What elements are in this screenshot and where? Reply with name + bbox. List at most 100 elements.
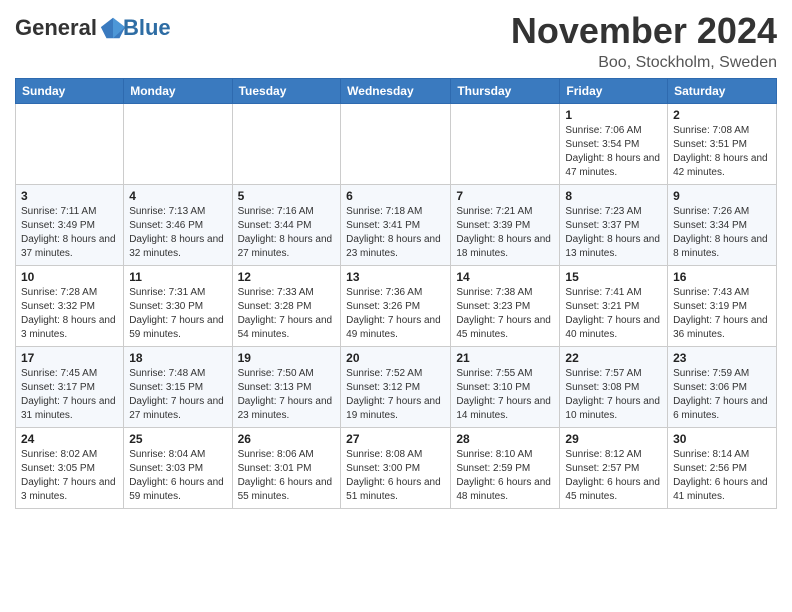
day-info: Sunrise: 7:31 AMSunset: 3:30 PMDaylight:…	[129, 286, 226, 342]
header: General Blue November 2024 Boo, Stockhol…	[15, 10, 777, 72]
day-number: 19	[238, 351, 336, 365]
table-row: 30 Sunrise: 8:14 AMSunset: 2:56 PMDayligh…	[668, 428, 777, 509]
day-info: Sunrise: 8:12 AMSunset: 2:57 PMDaylight:…	[565, 448, 662, 504]
day-info: Sunrise: 7:48 AMSunset: 3:15 PMDaylight:…	[129, 367, 226, 423]
logo-general: General	[15, 17, 97, 39]
day-info: Sunrise: 7:52 AMSunset: 3:12 PMDaylight:…	[346, 367, 445, 423]
table-row	[16, 104, 124, 185]
day-info: Sunrise: 8:06 AMSunset: 3:01 PMDaylight:…	[238, 448, 336, 504]
day-info: Sunrise: 8:08 AMSunset: 3:00 PMDaylight:…	[346, 448, 445, 504]
header-monday: Monday	[124, 79, 232, 104]
day-number: 4	[129, 189, 226, 203]
table-row: 1 Sunrise: 7:06 AMSunset: 3:54 PMDaylight…	[560, 104, 668, 185]
calendar-week-row: 1 Sunrise: 7:06 AMSunset: 3:54 PMDaylight…	[16, 104, 777, 185]
table-row: 23Sunrise: 7:59 AMSunset: 3:06 PMDayligh…	[668, 347, 777, 428]
day-number: 27	[346, 432, 445, 446]
day-number: 7	[456, 189, 554, 203]
table-row: 11 Sunrise: 7:31 AMSunset: 3:30 PMDayligh…	[124, 266, 232, 347]
day-info: Sunrise: 7:16 AMSunset: 3:44 PMDaylight:…	[238, 205, 336, 261]
month-title: November 2024	[511, 10, 777, 52]
table-row: 21 Sunrise: 7:55 AMSunset: 3:10 PMDayligh…	[451, 347, 560, 428]
day-info: Sunrise: 7:38 AMSunset: 3:23 PMDaylight:…	[456, 286, 554, 342]
table-row: 18 Sunrise: 7:48 AMSunset: 3:15 PMDayligh…	[124, 347, 232, 428]
table-row: 19 Sunrise: 7:50 AMSunset: 3:13 PMDayligh…	[232, 347, 341, 428]
day-number: 29	[565, 432, 662, 446]
day-info: Sunrise: 7:21 AMSunset: 3:39 PMDaylight:…	[456, 205, 554, 261]
table-row: 7 Sunrise: 7:21 AMSunset: 3:39 PMDaylight…	[451, 185, 560, 266]
day-number: 11	[129, 270, 226, 284]
table-row: 14Sunrise: 7:38 AMSunset: 3:23 PMDayligh…	[451, 266, 560, 347]
logo-blue: Blue	[123, 17, 171, 39]
table-row	[232, 104, 341, 185]
day-info: Sunrise: 7:26 AMSunset: 3:34 PMDaylight:…	[673, 205, 771, 261]
table-row: 26 Sunrise: 8:06 AMSunset: 3:01 PMDayligh…	[232, 428, 341, 509]
day-number: 26	[238, 432, 336, 446]
day-number: 17	[21, 351, 118, 365]
table-row: 6Sunrise: 7:18 AMSunset: 3:41 PMDaylight…	[341, 185, 451, 266]
header-thursday: Thursday	[451, 79, 560, 104]
day-info: Sunrise: 7:08 AMSunset: 3:51 PMDaylight:…	[673, 124, 771, 180]
day-number: 12	[238, 270, 336, 284]
day-number: 8	[565, 189, 662, 203]
day-info: Sunrise: 7:23 AMSunset: 3:37 PMDaylight:…	[565, 205, 662, 261]
day-number: 6	[346, 189, 445, 203]
day-number: 5	[238, 189, 336, 203]
header-sunday: Sunday	[16, 79, 124, 104]
day-number: 23	[673, 351, 771, 365]
day-number: 3	[21, 189, 118, 203]
table-row: 12 Sunrise: 7:33 AMSunset: 3:28 PMDayligh…	[232, 266, 341, 347]
location: Boo, Stockholm, Sweden	[511, 54, 777, 72]
day-number: 28	[456, 432, 554, 446]
table-row	[341, 104, 451, 185]
table-row: 8 Sunrise: 7:23 AMSunset: 3:37 PMDaylight…	[560, 185, 668, 266]
day-number: 1	[565, 108, 662, 122]
day-number: 15	[565, 270, 662, 284]
day-info: Sunrise: 7:13 AMSunset: 3:46 PMDaylight:…	[129, 205, 226, 261]
calendar-week-row: 17 Sunrise: 7:45 AMSunset: 3:17 PMDayligh…	[16, 347, 777, 428]
table-row: 29 Sunrise: 8:12 AMSunset: 2:57 PMDayligh…	[560, 428, 668, 509]
table-row: 9 Sunrise: 7:26 AMSunset: 3:34 PMDaylight…	[668, 185, 777, 266]
day-number: 30	[673, 432, 771, 446]
table-row: 17 Sunrise: 7:45 AMSunset: 3:17 PMDayligh…	[16, 347, 124, 428]
day-info: Sunrise: 7:28 AMSunset: 3:32 PMDaylight:…	[21, 286, 118, 342]
page-container: General Blue November 2024 Boo, Stockhol…	[0, 0, 792, 514]
table-row: 27 Sunrise: 8:08 AMSunset: 3:00 PMDayligh…	[341, 428, 451, 509]
day-number: 16	[673, 270, 771, 284]
day-number: 2	[673, 108, 771, 122]
day-number: 9	[673, 189, 771, 203]
day-info: Sunrise: 7:06 AMSunset: 3:54 PMDaylight:…	[565, 124, 662, 180]
day-info: Sunrise: 7:33 AMSunset: 3:28 PMDaylight:…	[238, 286, 336, 342]
day-number: 13	[346, 270, 445, 284]
table-row: 10 Sunrise: 7:28 AMSunset: 3:32 PMDayligh…	[16, 266, 124, 347]
logo: General Blue	[15, 14, 171, 42]
day-number: 10	[21, 270, 118, 284]
table-row: 13Sunrise: 7:36 AMSunset: 3:26 PMDayligh…	[341, 266, 451, 347]
table-row: 28Sunrise: 8:10 AMSunset: 2:59 PMDayligh…	[451, 428, 560, 509]
day-info: Sunrise: 7:43 AMSunset: 3:19 PMDaylight:…	[673, 286, 771, 342]
day-info: Sunrise: 7:57 AMSunset: 3:08 PMDaylight:…	[565, 367, 662, 423]
day-info: Sunrise: 8:14 AMSunset: 2:56 PMDaylight:…	[673, 448, 771, 504]
day-number: 22	[565, 351, 662, 365]
table-row: 2 Sunrise: 7:08 AMSunset: 3:51 PMDaylight…	[668, 104, 777, 185]
day-number: 20	[346, 351, 445, 365]
day-number: 21	[456, 351, 554, 365]
table-row: 24 Sunrise: 8:02 AMSunset: 3:05 PMDayligh…	[16, 428, 124, 509]
day-info: Sunrise: 7:45 AMSunset: 3:17 PMDaylight:…	[21, 367, 118, 423]
table-row: 15 Sunrise: 7:41 AMSunset: 3:21 PMDayligh…	[560, 266, 668, 347]
header-friday: Friday	[560, 79, 668, 104]
calendar-header-row: Sunday Monday Tuesday Wednesday Thursday…	[16, 79, 777, 104]
day-info: Sunrise: 8:04 AMSunset: 3:03 PMDaylight:…	[129, 448, 226, 504]
day-info: Sunrise: 7:50 AMSunset: 3:13 PMDaylight:…	[238, 367, 336, 423]
day-info: Sunrise: 8:02 AMSunset: 3:05 PMDaylight:…	[21, 448, 118, 504]
calendar-table: Sunday Monday Tuesday Wednesday Thursday…	[15, 78, 777, 509]
day-number: 18	[129, 351, 226, 365]
day-number: 24	[21, 432, 118, 446]
day-info: Sunrise: 7:11 AMSunset: 3:49 PMDaylight:…	[21, 205, 118, 261]
table-row	[451, 104, 560, 185]
table-row: 16 Sunrise: 7:43 AMSunset: 3:19 PMDayligh…	[668, 266, 777, 347]
header-tuesday: Tuesday	[232, 79, 341, 104]
table-row: 3 Sunrise: 7:11 AMSunset: 3:49 PMDaylight…	[16, 185, 124, 266]
day-info: Sunrise: 7:55 AMSunset: 3:10 PMDaylight:…	[456, 367, 554, 423]
header-saturday: Saturday	[668, 79, 777, 104]
day-info: Sunrise: 7:41 AMSunset: 3:21 PMDaylight:…	[565, 286, 662, 342]
